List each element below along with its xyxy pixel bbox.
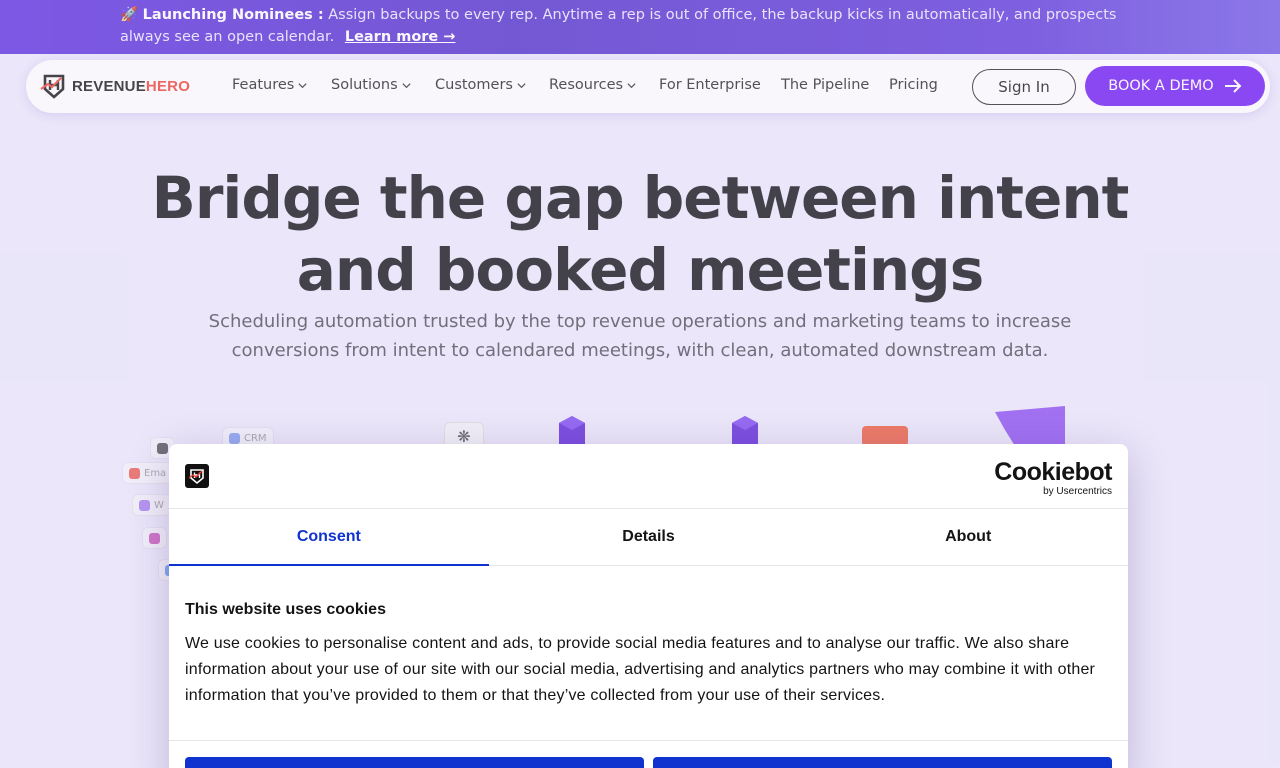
tab-consent[interactable]: Consent xyxy=(169,509,489,566)
cookie-body-text: We use cookies to personalise content an… xyxy=(185,635,1096,704)
cookie-heading: This website uses cookies xyxy=(185,601,386,618)
site-logo-icon xyxy=(185,464,209,488)
cookie-action-button-left[interactable] xyxy=(185,757,644,768)
cookie-consent-dialog: Cookiebot by Usercentrics Consent Detail… xyxy=(169,444,1128,768)
cookiebot-logo-text: Cookiebot xyxy=(994,458,1112,486)
cookie-tabs: Consent Details About xyxy=(169,508,1128,566)
revenuehero-logo-icon xyxy=(188,469,204,485)
cookie-action-button-right[interactable] xyxy=(653,757,1112,768)
divider xyxy=(169,740,1128,741)
tab-details[interactable]: Details xyxy=(489,509,809,565)
cookiebot-brand: Cookiebot by Usercentrics xyxy=(994,458,1112,498)
cookiebot-byline: by Usercentrics xyxy=(1043,486,1112,497)
tab-about[interactable]: About xyxy=(808,509,1128,565)
